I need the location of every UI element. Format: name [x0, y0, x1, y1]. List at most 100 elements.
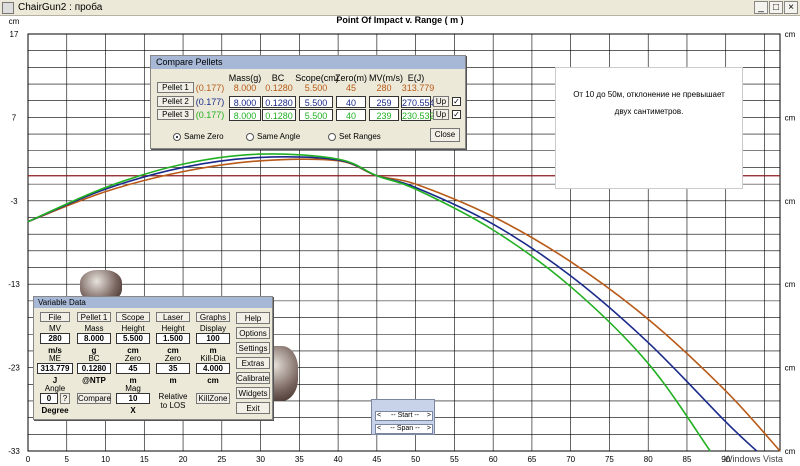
compare-button[interactable]: Compare [77, 393, 111, 404]
y-tick-label: -3 [10, 197, 18, 206]
y-right-unit-label: cm [785, 197, 796, 206]
pellet-select-button[interactable]: Pellet 1 [77, 312, 111, 322]
x-tick-label: 0 [26, 455, 31, 464]
span-right-arrow-icon[interactable]: > [427, 425, 431, 433]
x-tick-label: 45 [372, 455, 381, 464]
laser-button[interactable]: Laser [156, 312, 190, 322]
y-tick-label: -23 [8, 364, 20, 373]
span-label: -- Span -- [390, 425, 420, 432]
mass-label: Mass [84, 324, 104, 333]
pellet-3-mv[interactable]: 239 [369, 109, 399, 121]
zero-label: Zero [124, 354, 142, 363]
angle-help-button[interactable]: ? [60, 393, 70, 404]
close-window-button[interactable]: × [784, 1, 798, 14]
settings-button[interactable]: Settings [236, 342, 270, 354]
laser-zero-label: Zero [164, 354, 182, 363]
calibrate-button[interactable]: Calibrate [236, 372, 270, 384]
y-right-unit-label: cm [785, 280, 796, 289]
file-button[interactable]: File [40, 312, 70, 322]
exit-button[interactable]: Exit [236, 402, 270, 414]
scope-height-field[interactable]: 5.500 [116, 333, 150, 344]
bc-label: BC [88, 354, 100, 363]
mag-field[interactable]: 10 [116, 393, 150, 404]
kill-dia-field[interactable]: 4.000 [196, 363, 230, 374]
radio-same-zero-label: Same Zero [184, 132, 224, 141]
span-slider[interactable]: < -- Span -- > [375, 424, 433, 434]
y-axis-label: cm [9, 17, 20, 26]
pellet-3-scope[interactable]: 5.500 [299, 109, 333, 121]
angle-field[interactable]: 0 [40, 393, 58, 404]
pellet-3-up-button[interactable]: Up [433, 109, 449, 120]
radio-same-angle[interactable]: Same Angle [246, 132, 300, 141]
me-label: ME [49, 354, 61, 363]
x-tick-label: 30 [256, 455, 265, 464]
pellet-row-1: Pellet 1 (0.177) 8.000 0.1280 5.500 45 2… [151, 82, 467, 94]
pellet-3-bc[interactable]: 0.1280 [262, 109, 296, 121]
windows-watermark: Windows Vista [724, 454, 783, 464]
laser-zero-unit: m [169, 376, 177, 385]
pellet-2-up-button[interactable]: Up [433, 96, 449, 107]
start-label: -- Start -- [391, 412, 419, 419]
span-left-arrow-icon[interactable]: < [377, 425, 381, 433]
pellet-2-button[interactable]: Pellet 2 [157, 96, 194, 107]
pellet-2-checkbox[interactable]: ✓ [452, 97, 461, 106]
compare-pellets-panel: Compare Pellets Mass(g) BC Scope(cm) Zer… [150, 55, 466, 149]
laser-height-field[interactable]: 1.500 [156, 333, 190, 344]
angle-unit: Degree [41, 406, 69, 415]
pellet-3-checkbox[interactable]: ✓ [452, 110, 461, 119]
compare-close-button[interactable]: Close [430, 128, 460, 142]
title-bar: ChairGun2 : проба _ □ × [0, 0, 800, 16]
x-tick-label: 20 [179, 455, 188, 464]
x-tick-label: 70 [566, 455, 575, 464]
x-tick-label: 40 [334, 455, 343, 464]
options-button[interactable]: Options [236, 327, 270, 339]
mag-unit: X [130, 406, 136, 415]
scope-button[interactable]: Scope [116, 312, 150, 322]
display-field[interactable]: 100 [196, 333, 230, 344]
mv-field[interactable]: 280 [40, 333, 70, 344]
radio-same-zero[interactable]: Same Zero [173, 132, 224, 141]
pellet-2-scope[interactable]: 5.500 [299, 96, 333, 108]
pellet-2-mass[interactable]: 8.000 [229, 96, 261, 108]
x-tick-label: 10 [101, 455, 110, 464]
start-slider[interactable]: < -- Start -- > [375, 411, 433, 421]
help-button[interactable]: Help [236, 312, 270, 324]
pellet-2-caliber: (0.177) [195, 97, 225, 107]
widgets-button[interactable]: Widgets [236, 387, 270, 399]
zero-field[interactable]: 45 [116, 363, 150, 374]
pellet-1-button[interactable]: Pellet 1 [157, 82, 194, 93]
mass-field[interactable]: 8.000 [77, 333, 111, 344]
chart-title: Point Of Impact v. Range ( m ) [336, 16, 463, 25]
pellet-2-bc[interactable]: 0.1280 [262, 96, 296, 108]
radio-set-ranges[interactable]: Set Ranges [328, 132, 381, 141]
laser-height-label: Height [161, 324, 185, 333]
start-left-arrow-icon[interactable]: < [377, 412, 381, 420]
killzone-button[interactable]: KillZone [196, 393, 230, 404]
pellet-1-zero: 45 [345, 83, 356, 93]
minimize-button[interactable]: _ [754, 1, 768, 14]
mag-label: Mag [125, 384, 141, 393]
extras-button[interactable]: Extras [236, 357, 270, 369]
pellet-3-button[interactable]: Pellet 3 [157, 109, 194, 120]
x-tick-label: 15 [140, 455, 149, 464]
y-right-unit-label: cm [785, 447, 796, 456]
pellet-2-mv[interactable]: 259 [369, 96, 399, 108]
radio-same-angle-label: Same Angle [257, 132, 301, 141]
note-line-1: От 10 до 50м, отклонение не превышает [573, 90, 725, 99]
pellet-2-zero[interactable]: 40 [336, 96, 366, 108]
pellet-3-zero[interactable]: 40 [336, 109, 366, 121]
pellet-3-mass[interactable]: 8.000 [229, 109, 261, 121]
kill-dia-unit: cm [207, 376, 219, 385]
me-field[interactable]: 313.779 [37, 363, 73, 374]
graphs-button[interactable]: Graphs [196, 312, 230, 322]
maximize-button[interactable]: □ [769, 1, 783, 14]
laser-zero-field[interactable]: 35 [156, 363, 190, 374]
bc-ntp: @NTP [82, 376, 106, 385]
radio-dot-icon [173, 132, 181, 141]
to-los-label: to LOS [160, 401, 186, 410]
start-right-arrow-icon[interactable]: > [427, 412, 431, 420]
radio-dot-icon [328, 132, 336, 141]
bc-field[interactable]: 0.1280 [77, 363, 111, 374]
pellet-1-bc: 0.1280 [265, 83, 293, 93]
x-tick-label: 85 [683, 455, 692, 464]
